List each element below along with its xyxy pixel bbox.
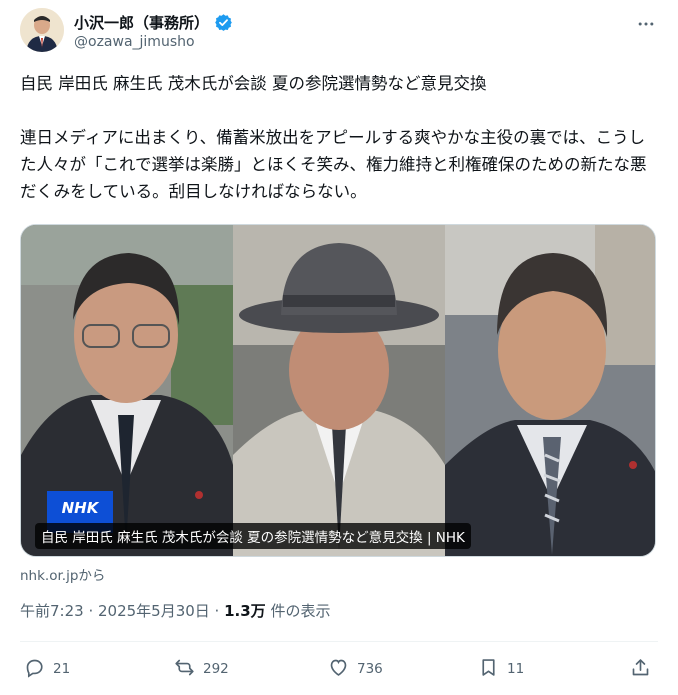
bookmark-button[interactable]: 11 bbox=[478, 652, 524, 686]
tweet-meta: 午前7:23 · 2025年5月30日 · 1.3万 件の表示 bbox=[20, 600, 330, 621]
action-bar: 21 292 736 11 bbox=[20, 652, 660, 686]
photo-motegi bbox=[445, 225, 655, 556]
tweet-text: 自民 岸田氏 麻生氏 茂木氏が会談 夏の参院選情勢など意見交換 連日メディアに出… bbox=[20, 74, 647, 201]
repost-icon bbox=[174, 657, 195, 682]
share-button[interactable] bbox=[630, 652, 651, 686]
reply-count: 21 bbox=[53, 661, 71, 677]
repost-count: 292 bbox=[203, 661, 229, 677]
link-card[interactable]: NHK 自民 岸田氏 麻生氏 茂木氏が会談 夏の参院選情勢など意見交換 | NH… bbox=[20, 224, 656, 557]
divider bbox=[20, 641, 658, 642]
repost-button[interactable]: 292 bbox=[174, 652, 229, 686]
share-icon bbox=[630, 657, 651, 682]
author-name[interactable]: 小沢一郎（事務所） bbox=[74, 12, 209, 33]
bookmark-icon bbox=[478, 657, 499, 682]
like-count: 736 bbox=[357, 661, 383, 677]
more-icon[interactable] bbox=[634, 12, 658, 36]
card-caption: 自民 岸田氏 麻生氏 茂木氏が会談 夏の参院選情勢など意見交換 | NHK bbox=[35, 523, 471, 549]
heart-icon bbox=[328, 657, 349, 682]
bookmark-count: 11 bbox=[507, 661, 525, 677]
reply-icon bbox=[24, 657, 45, 682]
card-source[interactable]: nhk.or.jpから bbox=[20, 564, 105, 584]
photo-aso bbox=[233, 225, 445, 556]
verified-badge-icon bbox=[214, 13, 233, 32]
previous-tweet-clip bbox=[0, 0, 678, 5]
tweet-header: 小沢一郎（事務所） @ozawa_jimusho bbox=[20, 8, 660, 58]
views-label: 件の表示 bbox=[265, 602, 331, 620]
avatar[interactable] bbox=[20, 8, 64, 52]
like-button[interactable]: 736 bbox=[328, 652, 383, 686]
author-handle[interactable]: @ozawa_jimusho bbox=[74, 34, 195, 50]
photo-kishida: NHK bbox=[21, 225, 233, 556]
views-count: 1.3万 bbox=[224, 602, 266, 620]
reply-button[interactable]: 21 bbox=[24, 652, 70, 686]
tweet-timestamp[interactable]: 午前7:23 · 2025年5月30日 · bbox=[20, 602, 224, 620]
